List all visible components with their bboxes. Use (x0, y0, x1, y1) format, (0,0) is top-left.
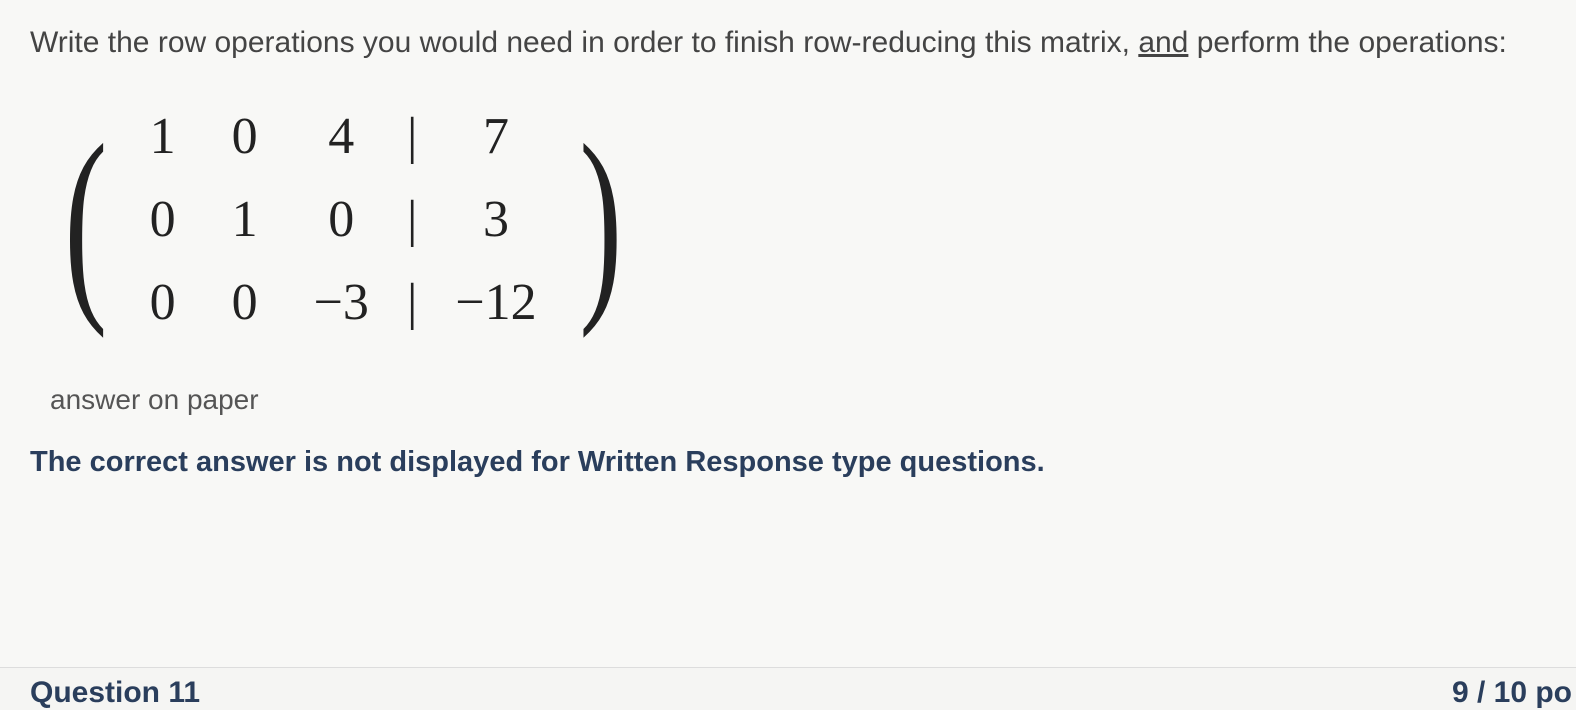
feedback-message: The correct answer is not displayed for … (30, 446, 1546, 479)
matrix-display: ( 1 0 4 | 7 0 1 0 | 3 0 0 −3 | −12 ) (50, 95, 1546, 344)
instruction-part1: Write the row operations you would need … (30, 26, 1138, 59)
left-paren: ( (64, 123, 107, 317)
matrix-body: 1 0 4 | 7 0 1 0 | 3 0 0 −3 | −12 (122, 95, 565, 344)
matrix-cell: 0 (286, 178, 397, 261)
matrix-cell: 1 (204, 178, 286, 261)
matrix-bar: | (397, 95, 427, 178)
matrix-cell: −12 (427, 261, 564, 344)
instruction-underlined: and (1138, 26, 1188, 59)
right-paren: ) (579, 123, 622, 317)
question-number-label: Question 11 (30, 668, 200, 710)
matrix-cell: 0 (204, 95, 286, 178)
matrix-cell: 7 (427, 95, 564, 178)
matrix-cell: 0 (122, 261, 204, 344)
points-label: 9 / 10 po (1452, 668, 1576, 710)
matrix-cell: 3 (427, 178, 564, 261)
instruction-part2: perform the operations: (1188, 26, 1507, 59)
matrix-cell: 0 (204, 261, 286, 344)
matrix-cell: 4 (286, 95, 397, 178)
matrix-bar: | (397, 261, 427, 344)
matrix-cell: 1 (122, 95, 204, 178)
matrix-cell: −3 (286, 261, 397, 344)
answer-note: answer on paper (50, 384, 1546, 416)
matrix-cell: 0 (122, 178, 204, 261)
question-instruction: Write the row operations you would need … (30, 20, 1546, 65)
footer-bar: Question 11 9 / 10 po (0, 667, 1576, 710)
matrix-bar: | (397, 178, 427, 261)
